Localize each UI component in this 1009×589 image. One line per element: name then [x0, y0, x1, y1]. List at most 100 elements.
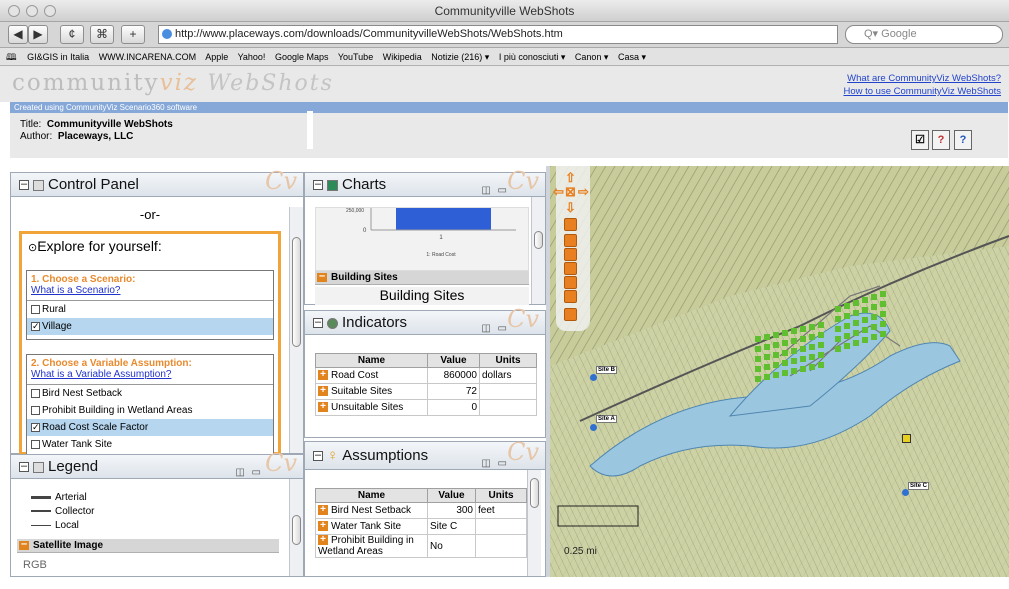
site-a-marker[interactable] [590, 424, 597, 431]
zoom-out-button[interactable] [564, 308, 577, 321]
expand-icon[interactable]: + [318, 505, 328, 516]
collapse-control-panel-button[interactable]: – [19, 179, 29, 191]
scenario-rural-option[interactable]: Rural [27, 301, 273, 318]
expand-icon[interactable]: + [318, 402, 328, 413]
legend-panel: – Legend ◫ ▭ Cv Arterial Collector Local … [10, 451, 304, 577]
forward-button[interactable]: ▶ [28, 25, 48, 44]
building-site [844, 343, 850, 349]
table-row[interactable]: + Bird Nest Setback 300 feet [315, 502, 527, 519]
zoom-level-button[interactable] [564, 290, 577, 303]
table-row[interactable]: + Unsuitable Sites 0 [315, 399, 537, 416]
report-icon[interactable]: ☑ [911, 130, 929, 150]
what-are-webshots-link[interactable]: What are CommunityViz WebShots? [847, 73, 1001, 84]
search-input[interactable]: Q▾ Google [845, 25, 1003, 44]
communityviz-logo: communityviz WebShots [12, 70, 334, 96]
zoom-in-button[interactable] [564, 218, 577, 231]
checkbox-checked-icon[interactable]: ✓ [31, 422, 40, 432]
panel-tools-icon[interactable]: ◫ ▭ [235, 461, 263, 485]
assumption-option-selected[interactable]: ✓ Road Cost Scale Factor [27, 419, 273, 436]
bookmark-item[interactable]: GI&GIS in Italia [27, 52, 89, 62]
bookmark-item[interactable]: I più conosciuti ▾ [499, 52, 566, 62]
bookmark-item[interactable]: Yahoo! [238, 52, 266, 62]
checkbox-icon[interactable] [31, 439, 40, 449]
assumption-option[interactable]: Prohibit Building in Wetland Areas [27, 402, 273, 419]
collapse-charts-button[interactable]: – [313, 179, 323, 191]
scrollbar-thumb[interactable] [534, 231, 543, 249]
table-row[interactable]: + Suitable Sites 72 [315, 383, 537, 400]
expand-icon[interactable]: + [318, 535, 328, 546]
assumption-option[interactable]: Bird Nest Setback [27, 385, 273, 402]
panel-tools-icon[interactable]: ◫ ▭ [481, 450, 509, 478]
zoom-extent-icon[interactable]: ⊠ [565, 184, 576, 200]
checkbox-checked-icon[interactable]: ✓ [31, 321, 40, 331]
expand-icon[interactable]: + [318, 370, 328, 381]
pan-down-icon[interactable]: ⇩ [565, 200, 576, 216]
expand-icon[interactable]: + [318, 386, 328, 397]
reload-button[interactable]: ¢ [60, 25, 84, 44]
bookmark-item[interactable]: Canon ▾ [575, 52, 609, 62]
column-header[interactable]: Name [315, 488, 428, 503]
checkbox-icon[interactable] [31, 304, 40, 314]
column-header[interactable]: Units [479, 353, 537, 368]
zoom-level-button[interactable] [564, 262, 577, 275]
bookmark-item[interactable]: Casa ▾ [618, 52, 646, 62]
collapse-indicators-button[interactable]: – [313, 317, 323, 329]
scrollbar-thumb[interactable] [530, 478, 539, 508]
bookmark-item[interactable]: WWW.INCARENA.COM [99, 52, 197, 62]
what-is-scenario-link[interactable]: What is a Scenario? [27, 285, 273, 301]
site-b-marker[interactable] [590, 374, 597, 381]
expand-icon[interactable]: + [318, 521, 328, 532]
column-header[interactable]: Units [475, 488, 527, 503]
column-header[interactable]: Value [427, 353, 480, 368]
bookmark-item[interactable]: Notizie (216) ▾ [431, 52, 489, 62]
bookmarks-book-icon[interactable]: 🕮 [6, 52, 17, 62]
add-bookmark-button[interactable]: + [121, 25, 145, 44]
bookmark-item[interactable]: Google Maps [275, 52, 329, 62]
bookmark-item[interactable]: YouTube [338, 52, 373, 62]
scrollbar-thumb[interactable] [292, 237, 301, 347]
table-row[interactable]: + Water Tank Site Site C [315, 518, 527, 535]
building-site [809, 354, 815, 360]
collapse-assumptions-button[interactable]: – [313, 450, 323, 462]
close-window-button[interactable] [8, 5, 20, 17]
charts-scrollbar[interactable] [531, 197, 545, 304]
building-site [764, 334, 770, 340]
assumption-option[interactable]: Water Tank Site [27, 436, 273, 453]
bookmark-item[interactable]: Wikipedia [383, 52, 422, 62]
bookmark-button[interactable]: ⌘ [90, 25, 114, 44]
back-button[interactable]: ◀ [8, 25, 28, 44]
satellite-image-group[interactable]: – Satellite Image [17, 538, 279, 553]
building-sites-group[interactable]: – Building Sites [315, 270, 529, 285]
bookmark-item[interactable]: Apple [205, 52, 228, 62]
legend-scrollbar[interactable] [289, 479, 303, 576]
panel-tools-icon[interactable]: ◫ ▭ [481, 317, 509, 341]
pan-left-icon[interactable]: ⇦ [553, 184, 564, 200]
collapse-legend-button[interactable]: – [19, 461, 29, 473]
column-header[interactable]: Name [315, 353, 428, 368]
site-c-marker[interactable] [902, 489, 909, 496]
scenario-village-option[interactable]: ✓ Village [27, 318, 273, 335]
zoom-level-button[interactable] [564, 276, 577, 289]
assumptions-scrollbar[interactable] [527, 470, 541, 576]
panel-tools-icon[interactable]: ◫ ▭ [481, 179, 509, 203]
help-icon[interactable]: ? [954, 130, 972, 150]
scrollbar-thumb[interactable] [292, 515, 301, 545]
help-person-icon[interactable]: ? [932, 130, 950, 150]
address-bar[interactable]: http://www.placeways.com/downloads/Commu… [158, 25, 838, 44]
what-is-assumption-link[interactable]: What is a Variable Assumption? [27, 369, 273, 385]
column-header[interactable]: Value [427, 488, 476, 503]
checkbox-icon[interactable] [31, 405, 40, 415]
table-row[interactable]: + Road Cost 860000 dollars [315, 367, 537, 384]
how-to-use-webshots-link[interactable]: How to use CommunityViz WebShots [843, 86, 1001, 97]
map-splitter[interactable] [546, 166, 550, 577]
checkbox-icon[interactable] [31, 388, 40, 398]
minimize-window-button[interactable] [26, 5, 38, 17]
map-view[interactable]: ⇧ ⇦ ⊠ ⇨ ⇩ Site B Site A Site C 0.25 mi [550, 166, 1009, 577]
control-panel-scrollbar[interactable] [289, 207, 303, 453]
zoom-level-button[interactable] [564, 234, 577, 247]
water-tank-icon[interactable] [902, 434, 911, 443]
zoom-level-button[interactable] [564, 248, 577, 261]
zoom-window-button[interactable] [44, 5, 56, 17]
pan-right-icon[interactable]: ⇨ [578, 184, 589, 200]
table-row[interactable]: + Prohibit Building in Wetland Areas No [315, 534, 527, 558]
